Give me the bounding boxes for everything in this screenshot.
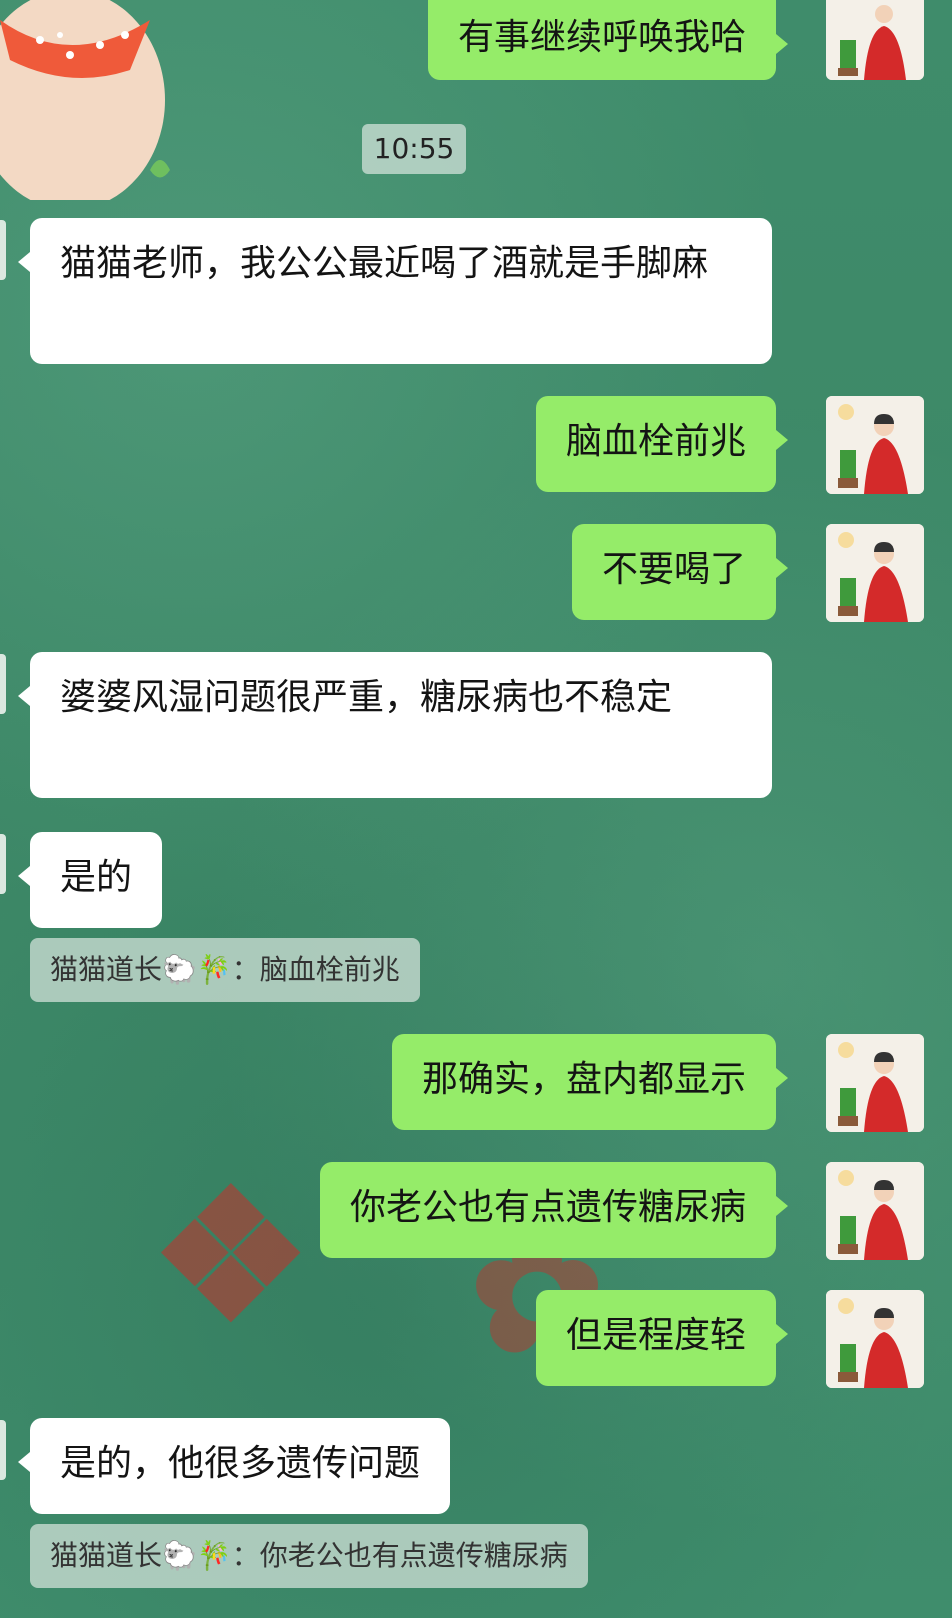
message-bubble-outgoing[interactable]: 不要喝了 — [571, 524, 789, 620]
my-avatar[interactable] — [826, 524, 924, 622]
message-bubble-outgoing[interactable]: 那确实，盘内都显示 — [391, 1034, 789, 1130]
quote-text: 你老公也有点遗传糖尿病 — [259, 1539, 568, 1572]
avatar-woman-red-hanfu-icon — [826, 0, 924, 80]
contact-avatar[interactable] — [0, 654, 6, 714]
quote-separator: ： — [231, 1539, 260, 1572]
contact-avatar[interactable] — [0, 220, 6, 280]
quote-text: 脑血栓前兆 — [259, 953, 400, 986]
message-text: 猫猫老师，我公公最近喝了酒就是手脚麻 — [60, 243, 709, 284]
message-text: 你老公也有点遗传糖尿病 — [349, 1187, 746, 1228]
message-bubble-incoming[interactable]: 是的 — [17, 832, 163, 928]
my-avatar[interactable] — [826, 1034, 924, 1132]
quoted-reply[interactable]: 猫猫道长🐑🎋：你老公也有点遗传糖尿病 — [30, 1524, 588, 1588]
avatar-woman-red-hanfu-icon — [826, 524, 924, 622]
message-text: 但是程度轻 — [565, 1315, 746, 1356]
my-avatar[interactable] — [826, 1162, 924, 1260]
my-avatar[interactable] — [826, 0, 924, 80]
quote-sender: 猫猫道长🐑🎋 — [50, 953, 232, 986]
message-bubble-outgoing[interactable]: 你老公也有点遗传糖尿病 — [319, 1162, 789, 1258]
my-avatar[interactable] — [826, 1290, 924, 1388]
message-text: 婆婆风湿问题很严重，糖尿病也不稳定 — [60, 677, 673, 718]
my-avatar[interactable] — [826, 396, 924, 494]
avatar-woman-red-hanfu-icon — [826, 1290, 924, 1388]
message-bubble-outgoing[interactable]: 脑血栓前兆 — [535, 396, 789, 492]
message-bubble-outgoing[interactable]: 有事继续呼唤我哈 — [427, 0, 789, 80]
message-text: 是的，他很多遗传问题 — [60, 1443, 421, 1484]
quote-separator: ： — [231, 953, 260, 986]
message-bubble-incoming[interactable]: 是的，他很多遗传问题 — [17, 1418, 451, 1514]
contact-avatar[interactable] — [0, 1420, 6, 1480]
message-text: 脑血栓前兆 — [565, 421, 746, 462]
avatar-woman-red-hanfu-icon — [826, 396, 924, 494]
message-text: 有事继续呼唤我哈 — [457, 17, 746, 58]
avatar-woman-red-hanfu-icon — [826, 1034, 924, 1132]
message-text: 是的 — [60, 857, 133, 898]
wallpaper-ornament: ❖ — [150, 1150, 312, 1361]
quote-sender: 猫猫道长🐑🎋 — [50, 1539, 232, 1572]
message-bubble-outgoing[interactable]: 但是程度轻 — [535, 1290, 789, 1386]
quoted-reply[interactable]: 猫猫道长🐑🎋：脑血栓前兆 — [30, 938, 420, 1002]
contact-avatar[interactable] — [0, 834, 6, 894]
message-bubble-incoming[interactable]: 婆婆风湿问题很严重，糖尿病也不稳定 — [18, 652, 772, 798]
message-text: 那确实，盘内都显示 — [421, 1059, 746, 1100]
cartoon-pig-sticker — [0, 0, 170, 200]
message-text: 不要喝了 — [601, 549, 746, 590]
message-bubble-incoming[interactable]: 猫猫老师，我公公最近喝了酒就是手脚麻 — [18, 218, 772, 364]
timestamp-divider: 10:55 — [362, 124, 466, 174]
avatar-woman-red-hanfu-icon — [826, 1162, 924, 1260]
